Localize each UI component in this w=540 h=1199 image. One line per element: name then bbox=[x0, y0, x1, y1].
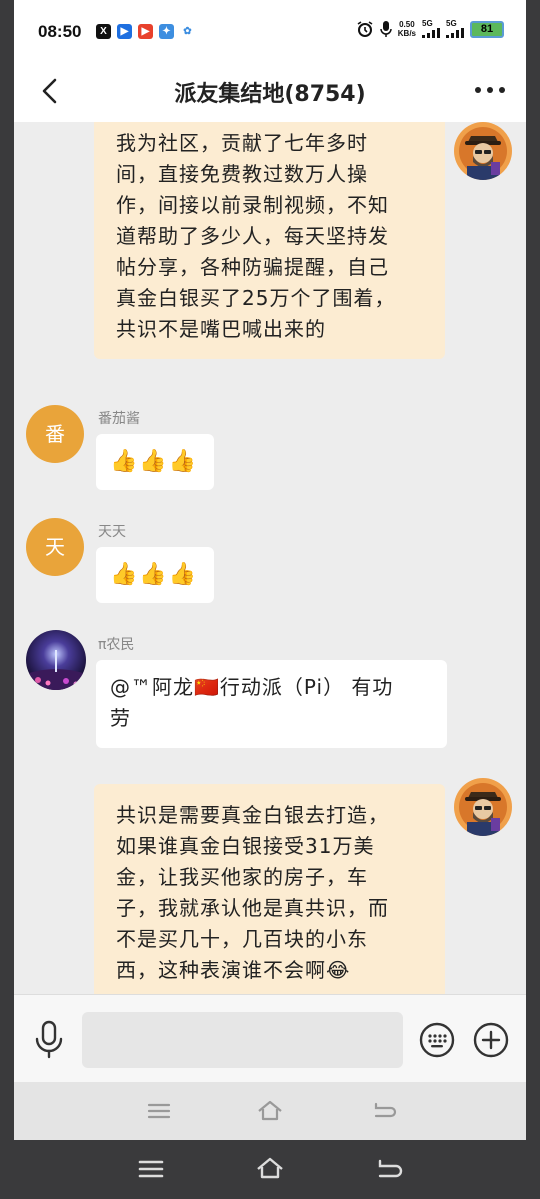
battery-indicator: 81 bbox=[470, 20, 504, 38]
signal-bars-icon bbox=[446, 28, 464, 38]
x-app-icon: X bbox=[96, 24, 111, 39]
add-attachment-icon[interactable] bbox=[472, 1021, 510, 1059]
sender-avatar[interactable] bbox=[26, 630, 86, 690]
signal-2: 5G bbox=[446, 20, 464, 38]
red-app-icon: ▶ bbox=[138, 24, 153, 39]
home-icon[interactable] bbox=[255, 1156, 285, 1180]
keyboard-icon[interactable] bbox=[418, 1021, 456, 1059]
sender-name: 天天 bbox=[98, 524, 126, 540]
signal-1: 5G bbox=[422, 20, 440, 38]
status-indicators: 0.50 KB/s 5G 5G 81 bbox=[356, 20, 504, 38]
baidu-app-icon: ✿ bbox=[180, 24, 195, 39]
back-icon[interactable] bbox=[370, 1099, 400, 1123]
incoming-message-bubble[interactable]: 👍👍👍 bbox=[96, 434, 214, 490]
sender-avatar[interactable]: 番 bbox=[26, 405, 84, 463]
alarm-icon bbox=[357, 21, 373, 37]
microphone-status-icon bbox=[380, 21, 392, 37]
more-options-icon[interactable] bbox=[472, 78, 508, 102]
my-avatar[interactable] bbox=[454, 778, 512, 836]
message-list[interactable]: 我为社区，贡献了七年多时 间，直接免费教过数万人操 作，间接以前录制视频，不知 … bbox=[14, 122, 526, 994]
home-icon[interactable] bbox=[255, 1098, 285, 1122]
back-icon[interactable] bbox=[375, 1157, 405, 1181]
incoming-message-bubble[interactable]: 👍👍👍 bbox=[96, 547, 214, 603]
menu-icon[interactable] bbox=[144, 1099, 174, 1123]
message-text-field[interactable] bbox=[82, 1012, 403, 1068]
bird-app-icon: ✦ bbox=[159, 24, 174, 39]
message-input-bar bbox=[14, 994, 526, 1082]
sender-name: 番茄酱 bbox=[98, 411, 140, 427]
system-navigation-bar bbox=[0, 1140, 540, 1199]
signal-bars-icon bbox=[422, 28, 440, 38]
outgoing-message-bubble[interactable]: 共识是需要真金白银去打造， 如果谁真金白银接受31万美 金，让我买他家的房子，车… bbox=[94, 784, 445, 994]
sender-name: π农民 bbox=[98, 637, 135, 653]
app-navigation-bar bbox=[14, 1082, 526, 1140]
status-bar: 08:50 X ▶ ▶ ✦ ✿ 0.50 KB/s 5G 5G 81 bbox=[14, 0, 526, 60]
incoming-message-bubble[interactable]: @™阿龙🇨🇳行动派（Pi） 有功 劳 bbox=[96, 660, 447, 748]
status-time: 08:50 bbox=[38, 22, 82, 41]
phone-screen: 08:50 X ▶ ▶ ✦ ✿ 0.50 KB/s 5G 5G 81 派友集结地… bbox=[14, 0, 526, 1140]
page-title: 派友集结地(8754) bbox=[174, 82, 366, 107]
chat-header: 派友集结地(8754) bbox=[14, 60, 526, 122]
menu-icon[interactable] bbox=[136, 1157, 166, 1181]
voice-input-icon[interactable] bbox=[32, 1019, 66, 1059]
video-app-icon: ▶ bbox=[117, 24, 132, 39]
network-speed: 0.50 KB/s bbox=[397, 20, 416, 38]
status-app-icons: X ▶ ▶ ✦ ✿ bbox=[96, 24, 195, 39]
outgoing-message-bubble[interactable]: 我为社区，贡献了七年多时 间，直接免费教过数万人操 作，间接以前录制视频，不知 … bbox=[94, 122, 445, 359]
sender-avatar[interactable]: 天 bbox=[26, 518, 84, 576]
my-avatar[interactable] bbox=[454, 122, 512, 180]
